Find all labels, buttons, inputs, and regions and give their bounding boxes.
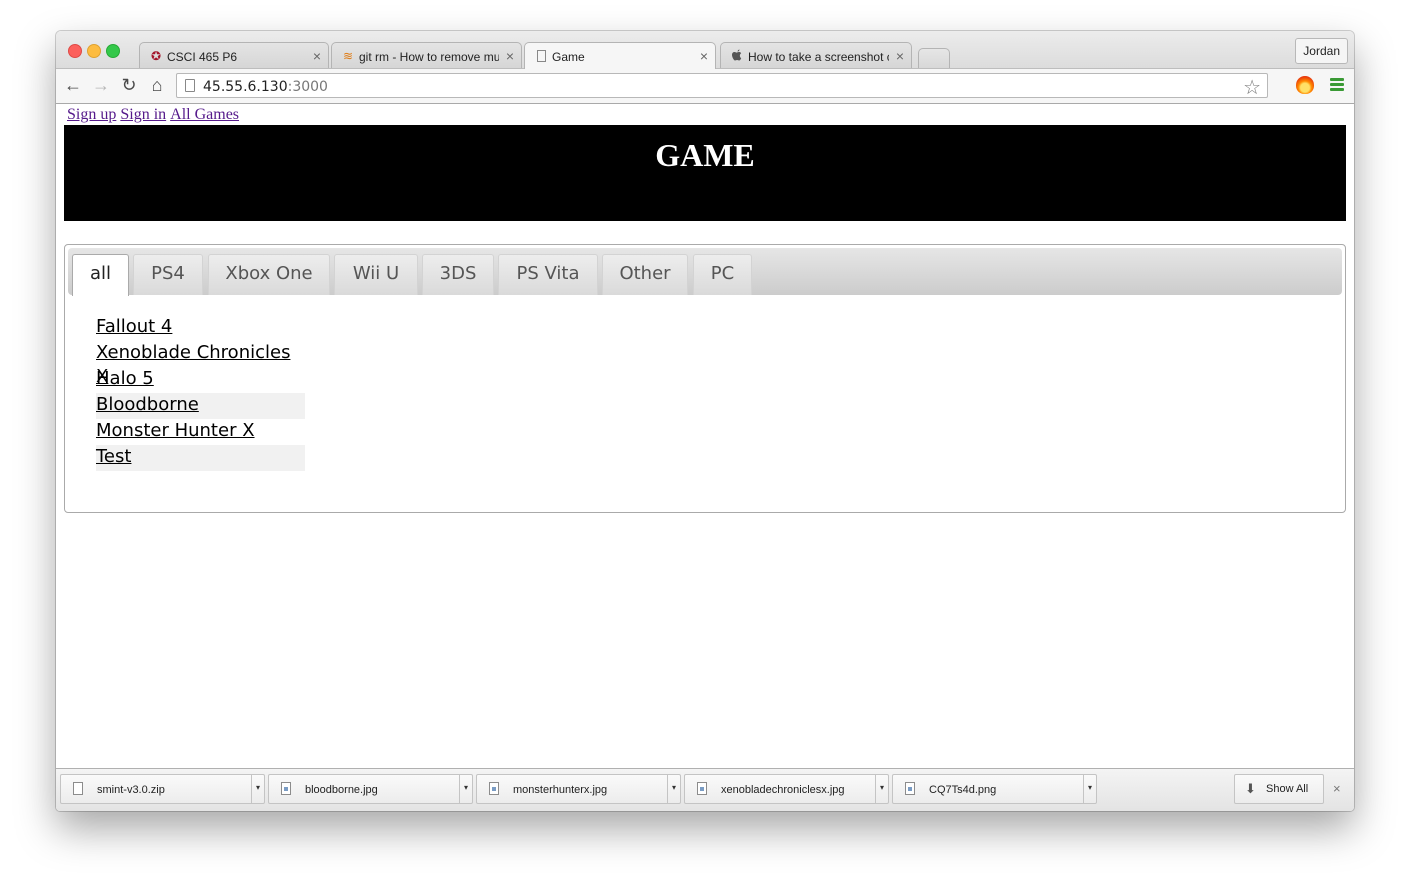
new-tab-button[interactable] [918, 48, 950, 68]
browser-toolbar: ← → ↻ ⌂ 45.55.6.130:3000 ☆ [56, 69, 1354, 104]
tab-xbox-one[interactable]: Xbox One [208, 254, 330, 295]
tab-all[interactable]: all [72, 254, 129, 296]
close-window-button[interactable] [68, 44, 82, 58]
download-filename: xenobladechroniclesx.jpg [721, 784, 845, 796]
list-item: Fallout 4 [96, 315, 305, 341]
tab-title: CSCI 465 P6 [167, 50, 238, 64]
tab-other[interactable]: Other [602, 254, 688, 295]
apple-favicon-icon [730, 49, 744, 63]
show-all-label: Show All [1266, 783, 1309, 795]
download-item[interactable]: CQ7Ts4d.png ▾ [892, 774, 1097, 804]
show-all-downloads-button[interactable]: ⬇ Show All [1234, 774, 1324, 804]
bookmark-star-icon[interactable]: ☆ [1243, 75, 1261, 100]
tab-3ds[interactable]: 3DS [422, 254, 494, 295]
sign-up-link[interactable]: Sign up [67, 106, 116, 123]
tab-ps4[interactable]: PS4 [133, 254, 203, 295]
close-icon[interactable]: × [700, 48, 708, 64]
address-bar[interactable]: 45.55.6.130:3000 ☆ [176, 73, 1268, 100]
tab-title: How to take a screenshot c [748, 50, 889, 64]
platform-tabs-widget: all PS4 Xbox One Wii U 3DS PS Vita Other… [64, 244, 1346, 513]
browser-window: ✪ CSCI 465 P6 × ≋ git rm - How to remove… [56, 31, 1354, 811]
reload-icon[interactable]: ↻ [119, 75, 139, 95]
tab-wii-u[interactable]: Wii U [334, 254, 418, 295]
game-link[interactable]: Bloodborne [96, 394, 199, 415]
page-icon [185, 79, 195, 92]
chevron-down-icon[interactable]: ▾ [667, 775, 680, 803]
close-icon[interactable]: × [896, 48, 904, 64]
platform-tabs-nav: all PS4 Xbox One Wii U 3DS PS Vita Other… [68, 248, 1342, 296]
all-games-link[interactable]: All Games [170, 106, 239, 123]
list-item: Monster Hunter X [96, 419, 305, 445]
list-item: Test [96, 445, 305, 471]
download-item[interactable]: monsterhunterx.jpg ▾ [476, 774, 681, 804]
image-file-icon [489, 782, 499, 795]
tab-pc[interactable]: PC [693, 254, 752, 295]
fire-extension-icon[interactable] [1296, 76, 1314, 94]
page-title: GAME [655, 137, 755, 173]
downloads-bar: smint-v3.0.zip ▾ bloodborne.jpg ▾ monste… [56, 768, 1354, 811]
tab-title: git rm - How to remove mu [359, 50, 499, 64]
university-favicon-icon: ✪ [150, 49, 162, 63]
url-host: 45.55.6.130 [203, 79, 288, 95]
url-text: 45.55.6.130:3000 [203, 79, 328, 95]
game-link[interactable]: Halo 5 [96, 368, 154, 389]
download-filename: CQ7Ts4d.png [929, 784, 997, 796]
tab-strip: ✪ CSCI 465 P6 × ≋ git rm - How to remove… [56, 31, 1354, 69]
zoom-window-button[interactable] [106, 44, 120, 58]
game-link[interactable]: Test [96, 446, 131, 467]
download-item[interactable]: xenobladechroniclesx.jpg ▾ [684, 774, 889, 804]
game-link[interactable]: Fallout 4 [96, 316, 172, 337]
download-filename: bloodborne.jpg [305, 784, 378, 796]
close-icon[interactable]: × [506, 48, 514, 64]
chevron-down-icon[interactable]: ▾ [251, 775, 264, 803]
close-icon[interactable]: × [1333, 781, 1341, 796]
chevron-down-icon[interactable]: ▾ [459, 775, 472, 803]
download-item[interactable]: smint-v3.0.zip ▾ [60, 774, 265, 804]
back-arrow-icon[interactable]: ← [63, 75, 83, 95]
image-file-icon [281, 782, 291, 795]
browser-menu-icon[interactable] [1330, 78, 1344, 92]
home-icon[interactable]: ⌂ [147, 75, 167, 95]
download-arrow-icon: ⬇ [1245, 781, 1256, 796]
url-port: :3000 [287, 79, 328, 95]
close-icon[interactable]: × [313, 48, 321, 64]
stackoverflow-favicon-icon: ≋ [342, 49, 354, 63]
list-item: Xenoblade Chronicles X [96, 341, 305, 387]
top-nav-links: Sign up Sign in All Games [67, 106, 243, 124]
sign-in-link[interactable]: Sign in [120, 106, 166, 123]
page-viewport: Sign up Sign in All Games GAME all PS4 Xbo… [56, 104, 1354, 768]
browser-tab-csci[interactable]: ✪ CSCI 465 P6 × [139, 42, 329, 68]
download-filename: smint-v3.0.zip [97, 784, 165, 796]
list-item: Halo 5 [96, 367, 305, 393]
image-file-icon [905, 782, 915, 795]
minimize-window-button[interactable] [87, 44, 101, 58]
browser-tab-screenshot[interactable]: How to take a screenshot c × [720, 42, 912, 68]
image-file-icon [697, 782, 707, 795]
header-banner: GAME [64, 125, 1346, 221]
game-link[interactable]: Monster Hunter X [96, 420, 255, 441]
browser-tab-game[interactable]: Game × [524, 42, 716, 69]
page-favicon-icon [534, 49, 548, 63]
zip-file-icon [73, 782, 83, 795]
download-item[interactable]: bloodborne.jpg ▾ [268, 774, 473, 804]
chevron-down-icon[interactable]: ▾ [875, 775, 888, 803]
tab-title: Game [552, 50, 585, 64]
forward-arrow-icon[interactable]: → [91, 75, 111, 95]
game-list: Fallout 4 Xenoblade Chronicles X Halo 5 … [96, 315, 305, 471]
profile-button[interactable]: Jordan [1295, 38, 1348, 64]
tab-ps-vita[interactable]: PS Vita [498, 254, 598, 295]
list-item: Bloodborne [96, 393, 305, 419]
download-filename: monsterhunterx.jpg [513, 784, 608, 796]
browser-tab-git-rm[interactable]: ≋ git rm - How to remove mu × [331, 42, 522, 68]
chevron-down-icon[interactable]: ▾ [1083, 775, 1096, 803]
